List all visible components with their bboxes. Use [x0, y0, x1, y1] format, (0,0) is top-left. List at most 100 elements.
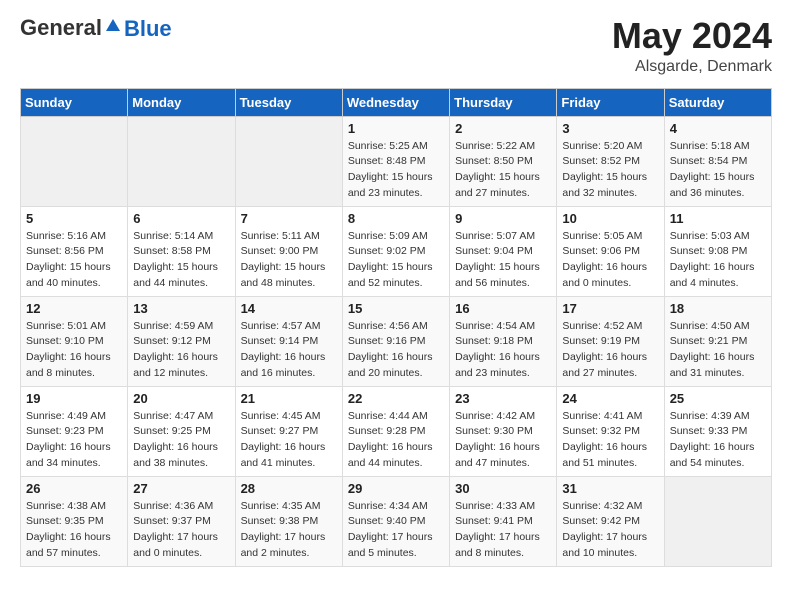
day-number: 22 — [348, 391, 444, 406]
day-number: 21 — [241, 391, 337, 406]
day-number: 23 — [455, 391, 551, 406]
day-cell — [664, 476, 771, 566]
day-number: 10 — [562, 211, 658, 226]
day-number: 26 — [26, 481, 122, 496]
day-cell: 9 Sunrise: 5:07 AMSunset: 9:04 PMDaylight… — [450, 206, 557, 296]
day-info: Sunrise: 4:44 AMSunset: 9:28 PMDaylight:… — [348, 409, 444, 472]
day-info: Sunrise: 4:39 AMSunset: 9:33 PMDaylight:… — [670, 409, 766, 472]
day-cell: 20 Sunrise: 4:47 AMSunset: 9:25 PMDayligh… — [128, 386, 235, 476]
header-wednesday: Wednesday — [342, 88, 449, 116]
day-number: 27 — [133, 481, 229, 496]
header-row: SundayMondayTuesdayWednesdayThursdayFrid… — [21, 88, 772, 116]
day-info: Sunrise: 4:34 AMSunset: 9:40 PMDaylight:… — [348, 499, 444, 562]
day-info: Sunrise: 4:57 AMSunset: 9:14 PMDaylight:… — [241, 319, 337, 382]
day-cell: 19Sunrise: 4:49 AMSunset: 9:23 PMDayligh… — [21, 386, 128, 476]
day-cell: 23 Sunrise: 4:42 AMSunset: 9:30 PMDayligh… — [450, 386, 557, 476]
day-cell: 5Sunrise: 5:16 AMSunset: 8:56 PMDaylight… — [21, 206, 128, 296]
day-info: Sunrise: 4:35 AMSunset: 9:38 PMDaylight:… — [241, 499, 337, 562]
day-number: 7 — [241, 211, 337, 226]
day-info: Sunrise: 4:50 AMSunset: 9:21 PMDaylight:… — [670, 319, 766, 382]
day-number: 1 — [348, 121, 444, 136]
day-number: 4 — [670, 121, 766, 136]
day-cell: 29Sunrise: 4:34 AMSunset: 9:40 PMDayligh… — [342, 476, 449, 566]
week-row-5: 26 Sunrise: 4:38 AMSunset: 9:35 PMDayligh… — [21, 476, 772, 566]
day-info: Sunrise: 4:45 AMSunset: 9:27 PMDaylight:… — [241, 409, 337, 472]
day-number: 15 — [348, 301, 444, 316]
logo: General Blue — [20, 16, 172, 41]
day-info: Sunrise: 4:54 AMSunset: 9:18 PMDaylight:… — [455, 319, 551, 382]
day-number: 6 — [133, 211, 229, 226]
day-number: 17 — [562, 301, 658, 316]
day-cell: 14 Sunrise: 4:57 AMSunset: 9:14 PMDayligh… — [235, 296, 342, 386]
day-number: 5 — [26, 211, 122, 226]
day-number: 20 — [133, 391, 229, 406]
day-info: Sunrise: 5:01 AMSunset: 9:10 PMDaylight:… — [26, 319, 122, 382]
day-number: 28 — [241, 481, 337, 496]
day-number: 24 — [562, 391, 658, 406]
day-cell: 4 Sunrise: 5:18 AMSunset: 8:54 PMDaylight… — [664, 116, 771, 206]
day-cell: 24 Sunrise: 4:41 AMSunset: 9:32 PMDayligh… — [557, 386, 664, 476]
calendar-table: SundayMondayTuesdayWednesdayThursdayFrid… — [20, 88, 772, 567]
logo-blue: Blue — [124, 16, 172, 41]
location: Alsgarde, Denmark — [612, 58, 772, 76]
day-info: Sunrise: 4:41 AMSunset: 9:32 PMDaylight:… — [562, 409, 658, 472]
day-cell: 3Sunrise: 5:20 AMSunset: 8:52 PMDaylight… — [557, 116, 664, 206]
day-info: Sunrise: 5:07 AMSunset: 9:04 PMDaylight:… — [455, 229, 551, 292]
day-cell: 26 Sunrise: 4:38 AMSunset: 9:35 PMDayligh… — [21, 476, 128, 566]
day-cell: 30Sunrise: 4:33 AMSunset: 9:41 PMDayligh… — [450, 476, 557, 566]
day-cell — [21, 116, 128, 206]
day-info: Sunrise: 4:47 AMSunset: 9:25 PMDaylight:… — [133, 409, 229, 472]
day-info: Sunrise: 4:33 AMSunset: 9:41 PMDaylight:… — [455, 499, 551, 562]
day-cell: 7 Sunrise: 5:11 AMSunset: 9:00 PMDaylight… — [235, 206, 342, 296]
week-row-3: 12 Sunrise: 5:01 AMSunset: 9:10 PMDayligh… — [21, 296, 772, 386]
day-cell: 12 Sunrise: 5:01 AMSunset: 9:10 PMDayligh… — [21, 296, 128, 386]
day-info: Sunrise: 4:59 AMSunset: 9:12 PMDaylight:… — [133, 319, 229, 382]
day-cell: 16 Sunrise: 4:54 AMSunset: 9:18 PMDayligh… — [450, 296, 557, 386]
day-info: Sunrise: 5:18 AMSunset: 8:54 PMDaylight:… — [670, 139, 766, 202]
day-cell: 8 Sunrise: 5:09 AMSunset: 9:02 PMDaylight… — [342, 206, 449, 296]
day-cell: 25 Sunrise: 4:39 AMSunset: 9:33 PMDayligh… — [664, 386, 771, 476]
day-info: Sunrise: 5:11 AMSunset: 9:00 PMDaylight:… — [241, 229, 337, 292]
day-cell: 11 Sunrise: 5:03 AMSunset: 9:08 PMDayligh… — [664, 206, 771, 296]
day-number: 9 — [455, 211, 551, 226]
header-tuesday: Tuesday — [235, 88, 342, 116]
header-thursday: Thursday — [450, 88, 557, 116]
day-info: Sunrise: 4:49 AMSunset: 9:23 PMDaylight:… — [26, 409, 122, 472]
day-info: Sunrise: 4:42 AMSunset: 9:30 PMDaylight:… — [455, 409, 551, 472]
day-cell: 17 Sunrise: 4:52 AMSunset: 9:19 PMDayligh… — [557, 296, 664, 386]
day-cell: 22 Sunrise: 4:44 AMSunset: 9:28 PMDayligh… — [342, 386, 449, 476]
day-info: Sunrise: 4:52 AMSunset: 9:19 PMDaylight:… — [562, 319, 658, 382]
day-cell: 21 Sunrise: 4:45 AMSunset: 9:27 PMDayligh… — [235, 386, 342, 476]
day-info: Sunrise: 5:09 AMSunset: 9:02 PMDaylight:… — [348, 229, 444, 292]
day-number: 8 — [348, 211, 444, 226]
day-number: 12 — [26, 301, 122, 316]
day-cell — [128, 116, 235, 206]
title-block: May 2024 Alsgarde, Denmark — [612, 16, 772, 76]
header-friday: Friday — [557, 88, 664, 116]
day-number: 16 — [455, 301, 551, 316]
day-cell: 28 Sunrise: 4:35 AMSunset: 9:38 PMDayligh… — [235, 476, 342, 566]
day-cell: 31Sunrise: 4:32 AMSunset: 9:42 PMDayligh… — [557, 476, 664, 566]
week-row-2: 5Sunrise: 5:16 AMSunset: 8:56 PMDaylight… — [21, 206, 772, 296]
day-cell: 18 Sunrise: 4:50 AMSunset: 9:21 PMDayligh… — [664, 296, 771, 386]
day-cell: 1 Sunrise: 5:25 AMSunset: 8:48 PMDaylight… — [342, 116, 449, 206]
day-number: 18 — [670, 301, 766, 316]
day-info: Sunrise: 4:36 AMSunset: 9:37 PMDaylight:… — [133, 499, 229, 562]
day-number: 11 — [670, 211, 766, 226]
day-info: Sunrise: 5:03 AMSunset: 9:08 PMDaylight:… — [670, 229, 766, 292]
week-row-4: 19Sunrise: 4:49 AMSunset: 9:23 PMDayligh… — [21, 386, 772, 476]
day-info: Sunrise: 5:22 AMSunset: 8:50 PMDaylight:… — [455, 139, 551, 202]
day-number: 13 — [133, 301, 229, 316]
header-sunday: Sunday — [21, 88, 128, 116]
day-info: Sunrise: 4:56 AMSunset: 9:16 PMDaylight:… — [348, 319, 444, 382]
header-monday: Monday — [128, 88, 235, 116]
day-number: 14 — [241, 301, 337, 316]
day-cell — [235, 116, 342, 206]
day-info: Sunrise: 5:14 AMSunset: 8:58 PMDaylight:… — [133, 229, 229, 292]
day-cell: 6 Sunrise: 5:14 AMSunset: 8:58 PMDaylight… — [128, 206, 235, 296]
day-number: 25 — [670, 391, 766, 406]
day-info: Sunrise: 5:25 AMSunset: 8:48 PMDaylight:… — [348, 139, 444, 202]
day-cell: 2Sunrise: 5:22 AMSunset: 8:50 PMDaylight… — [450, 116, 557, 206]
day-info: Sunrise: 4:38 AMSunset: 9:35 PMDaylight:… — [26, 499, 122, 562]
day-info: Sunrise: 5:20 AMSunset: 8:52 PMDaylight:… — [562, 139, 658, 202]
